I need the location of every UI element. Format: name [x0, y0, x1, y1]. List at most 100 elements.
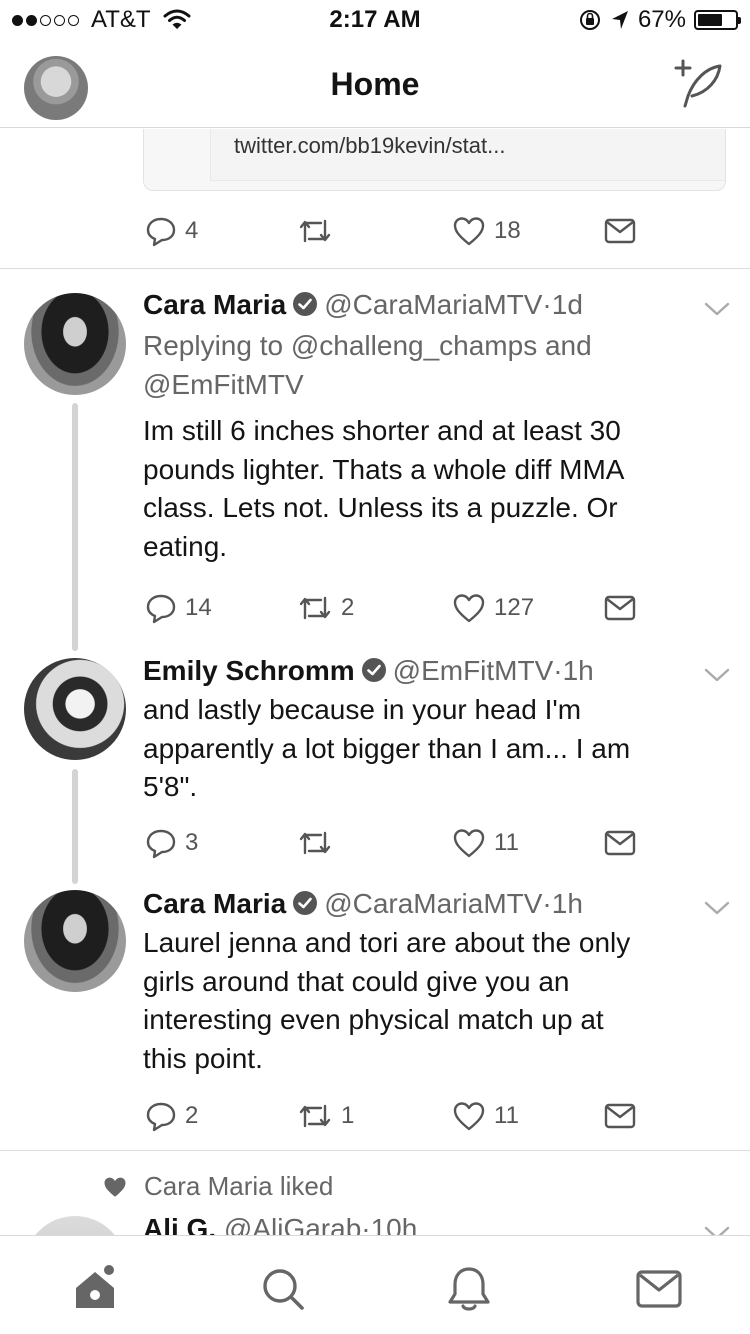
link-preview-url[interactable]: twitter.com/bb19kevin/stat... — [234, 133, 505, 159]
like-button[interactable]: 18 — [452, 211, 521, 251]
tweet-time: 10h — [370, 1213, 418, 1235]
reply-button[interactable]: 2 — [145, 1096, 198, 1136]
direct-message-button[interactable] — [604, 588, 636, 628]
verified-badge-icon — [293, 891, 318, 915]
tweet-actions: 3 11 — [143, 823, 743, 863]
thread-connector — [72, 769, 78, 884]
timeline-feed[interactable]: twitter.com/bb19kevin/stat... 4 18 Cara … — [0, 129, 750, 1235]
like-button[interactable]: 11 — [452, 1096, 519, 1136]
tweet[interactable]: Ali G. @AliGarab·10h — [0, 1211, 750, 1235]
tab-bar — [0, 1235, 750, 1334]
notifications-bell-icon[interactable] — [444, 1264, 494, 1314]
tweet-actions: 4 18 — [143, 211, 743, 251]
author-name[interactable]: Ali G. — [143, 1213, 216, 1235]
tweet-line: 5'8". — [143, 771, 198, 802]
direct-message-button[interactable] — [604, 1096, 636, 1136]
orientation-lock-icon — [579, 10, 600, 30]
envelope-icon — [604, 595, 636, 621]
like-count: 127 — [494, 594, 535, 621]
chevron-down-icon[interactable] — [704, 1225, 730, 1235]
tweet[interactable]: Cara Maria @CaraMariaMTV·1d Replying to @… — [0, 269, 750, 651]
avatar[interactable] — [24, 890, 126, 992]
retweet-button[interactable]: 1 — [297, 1096, 354, 1136]
envelope-icon — [604, 218, 636, 244]
verified-badge-icon — [293, 292, 318, 316]
tweet-text: Replying to @challeng_champs and @EmFitM… — [143, 327, 713, 566]
like-count: 11 — [494, 829, 519, 856]
reply-button[interactable]: 4 — [145, 211, 198, 251]
tweet-line: eating. — [143, 530, 228, 562]
verified-badge-icon — [361, 658, 386, 682]
envelope-icon — [604, 1103, 636, 1129]
battery-icon — [694, 10, 741, 30]
reply-icon — [146, 594, 176, 624]
retweet-icon — [299, 1104, 331, 1128]
replying-to[interactable]: Replying to @challeng_champs and — [143, 327, 713, 366]
envelope-icon — [604, 830, 636, 856]
reply-count: 2 — [185, 1102, 199, 1129]
tweet-text: and lastly because in your head I'm appa… — [143, 691, 713, 807]
tweet-header: Ali G. @AliGarab·10h — [143, 1213, 690, 1235]
retweet-button[interactable] — [297, 211, 341, 251]
like-button[interactable]: 11 — [452, 823, 519, 863]
avatar[interactable] — [24, 1216, 126, 1235]
author-name[interactable]: Cara Maria — [143, 888, 286, 919]
like-button[interactable]: 127 — [452, 588, 534, 628]
chevron-down-icon[interactable] — [704, 667, 730, 683]
chevron-down-icon[interactable] — [704, 301, 730, 317]
heart-icon — [453, 217, 485, 246]
heart-icon — [453, 829, 485, 858]
retweet-icon — [299, 219, 331, 243]
meta-separator: · — [542, 289, 552, 320]
tweet-text: Laurel jenna and tori are about the only… — [143, 924, 713, 1078]
heart-icon — [453, 1102, 485, 1131]
tweet-line: class. Lets not. Unless its a puzzle. Or — [143, 492, 618, 523]
home-icon[interactable] — [70, 1264, 120, 1314]
meta-separator: · — [361, 1213, 371, 1235]
heart-filled-icon — [104, 1177, 126, 1197]
thread-connector — [72, 403, 78, 651]
messages-envelope-icon[interactable] — [634, 1264, 684, 1314]
tweet-line: girls around that could give you an — [143, 965, 570, 997]
retweet-button[interactable]: 2 — [297, 588, 354, 628]
tweet-time: 1d — [551, 289, 583, 320]
retweet-button[interactable] — [297, 823, 341, 863]
meta-separator: · — [542, 888, 552, 919]
tweet-line: interesting even physical match up at — [143, 1004, 604, 1035]
meta-separator: · — [553, 655, 563, 686]
status-bar: AT&T 2:17 AM 67% — [0, 0, 750, 40]
compose-tweet-icon[interactable] — [668, 58, 728, 112]
author-handle[interactable]: @CaraMariaMTV — [324, 888, 542, 919]
direct-message-button[interactable] — [604, 211, 636, 251]
direct-message-button[interactable] — [604, 823, 636, 863]
reply-icon — [146, 217, 176, 247]
tweet-line: and lastly because in your head I'm — [143, 694, 582, 725]
tweet-time: 1h — [551, 888, 583, 919]
tweet-actions: 14 2 127 — [143, 588, 743, 628]
tweet-header: Cara Maria @CaraMariaMTV·1h — [143, 888, 690, 920]
replying-to[interactable]: @EmFitMTV — [143, 366, 713, 405]
author-handle[interactable]: @AliGarab — [224, 1213, 361, 1235]
page-title: Home — [330, 66, 420, 102]
tweet-header: Cara Maria @CaraMariaMTV·1d — [143, 289, 690, 321]
reply-count: 14 — [185, 594, 212, 621]
chevron-down-icon[interactable] — [704, 900, 730, 916]
tweet-header: Emily Schromm @EmFitMTV·1h — [143, 655, 690, 687]
author-name[interactable]: Cara Maria — [143, 289, 286, 320]
author-name[interactable]: Emily Schromm — [143, 655, 355, 686]
search-icon[interactable] — [258, 1264, 308, 1314]
reply-icon — [146, 1102, 176, 1132]
retweet-count: 1 — [341, 1102, 355, 1129]
author-handle[interactable]: @CaraMariaMTV — [324, 289, 542, 320]
author-handle[interactable]: @EmFitMTV — [393, 655, 554, 686]
avatar[interactable] — [24, 293, 126, 395]
reply-button[interactable]: 14 — [145, 588, 212, 628]
tweet-line: Im still 6 inches shorter and at least 3… — [143, 415, 621, 446]
retweet-icon — [299, 596, 331, 620]
status-right: 67% — [578, 6, 741, 34]
avatar[interactable] — [24, 658, 126, 760]
reply-button[interactable]: 3 — [145, 823, 198, 863]
like-count: 18 — [494, 217, 521, 244]
liked-notice-text[interactable]: Cara Maria liked — [144, 1171, 333, 1202]
retweet-count: 2 — [341, 594, 355, 621]
